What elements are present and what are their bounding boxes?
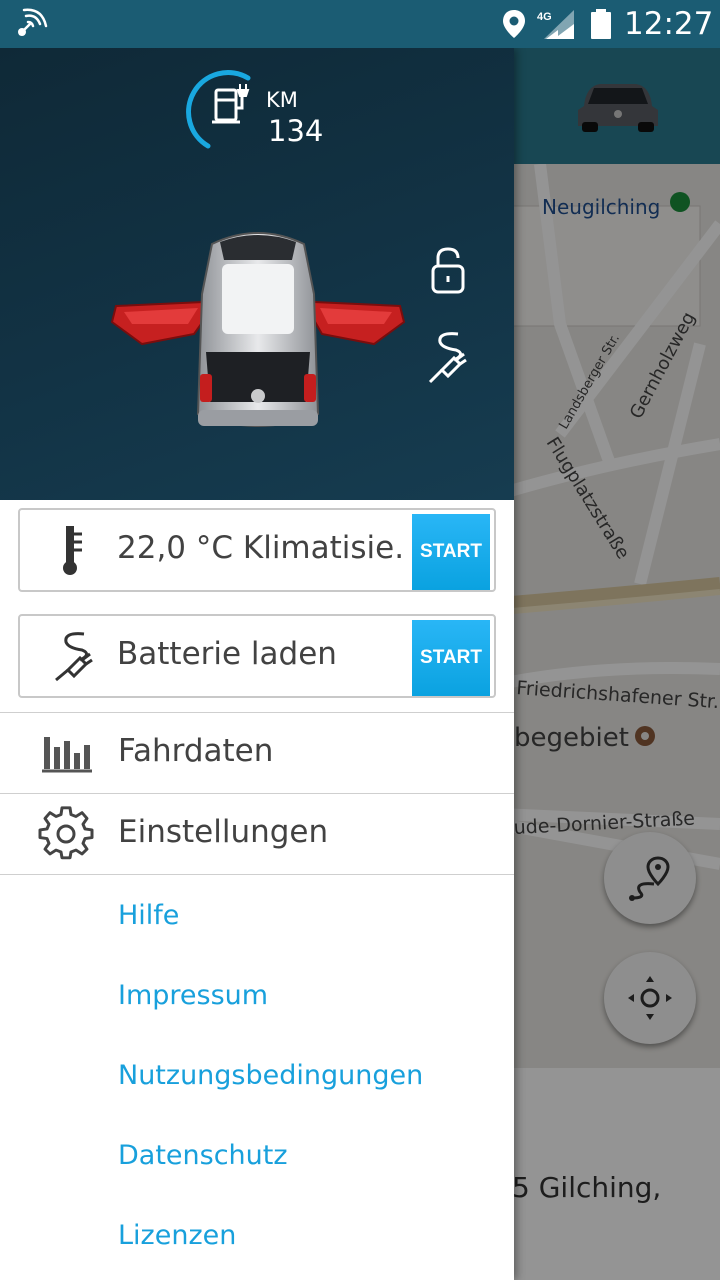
clock: 12:27 [624, 6, 714, 42]
location-icon [503, 10, 525, 38]
range-unit: KM [266, 88, 298, 112]
menu-label-fahrdaten: Fahrdaten [118, 733, 274, 769]
gear-icon [38, 806, 94, 860]
charging-plug-icon[interactable] [424, 332, 468, 384]
unlocked-icon[interactable] [428, 246, 468, 294]
link-hilfe[interactable]: Hilfe [118, 900, 179, 931]
network-type: 4G [537, 11, 552, 23]
climate-control-card: 22,0 °C Klimatisie.. START [18, 508, 496, 592]
vehicle-status-header: KM 134 [0, 48, 514, 500]
charging-plug-icon [55, 632, 93, 682]
battery-label: Batterie laden [117, 636, 337, 672]
link-lizenzen[interactable]: Lizenzen [118, 1220, 236, 1251]
navigation-drawer: KM 134 22,0 °C Klimatisie.. START Batter… [0, 48, 514, 1280]
link-nutzungsbedingungen[interactable]: Nutzungsbedingungen [118, 1060, 423, 1091]
range-value: 134 [268, 114, 324, 148]
climate-label: 22,0 °C Klimatisie.. [117, 530, 407, 566]
car-doors-open-image [110, 232, 406, 427]
menu-item-einstellungen[interactable]: Einstellungen [0, 793, 514, 873]
battery-start-button[interactable]: START [412, 620, 490, 696]
menu-item-fahrdaten[interactable]: Fahrdaten [0, 712, 514, 792]
charge-range-gauge-icon [186, 70, 251, 149]
status-bar: 4G 12:27 [0, 0, 720, 48]
battery-icon [591, 9, 611, 39]
satellite-icon [18, 8, 48, 36]
signal-icon: 4G [537, 10, 574, 39]
menu-divider [0, 874, 514, 875]
bar-chart-icon [42, 737, 92, 773]
menu-label-einstellungen: Einstellungen [118, 814, 329, 850]
climate-start-button[interactable]: START [412, 514, 490, 590]
thermometer-icon [63, 526, 82, 575]
link-datenschutz[interactable]: Datenschutz [118, 1140, 288, 1171]
battery-charge-card: Batterie laden START [18, 614, 496, 698]
link-impressum[interactable]: Impressum [118, 980, 268, 1011]
